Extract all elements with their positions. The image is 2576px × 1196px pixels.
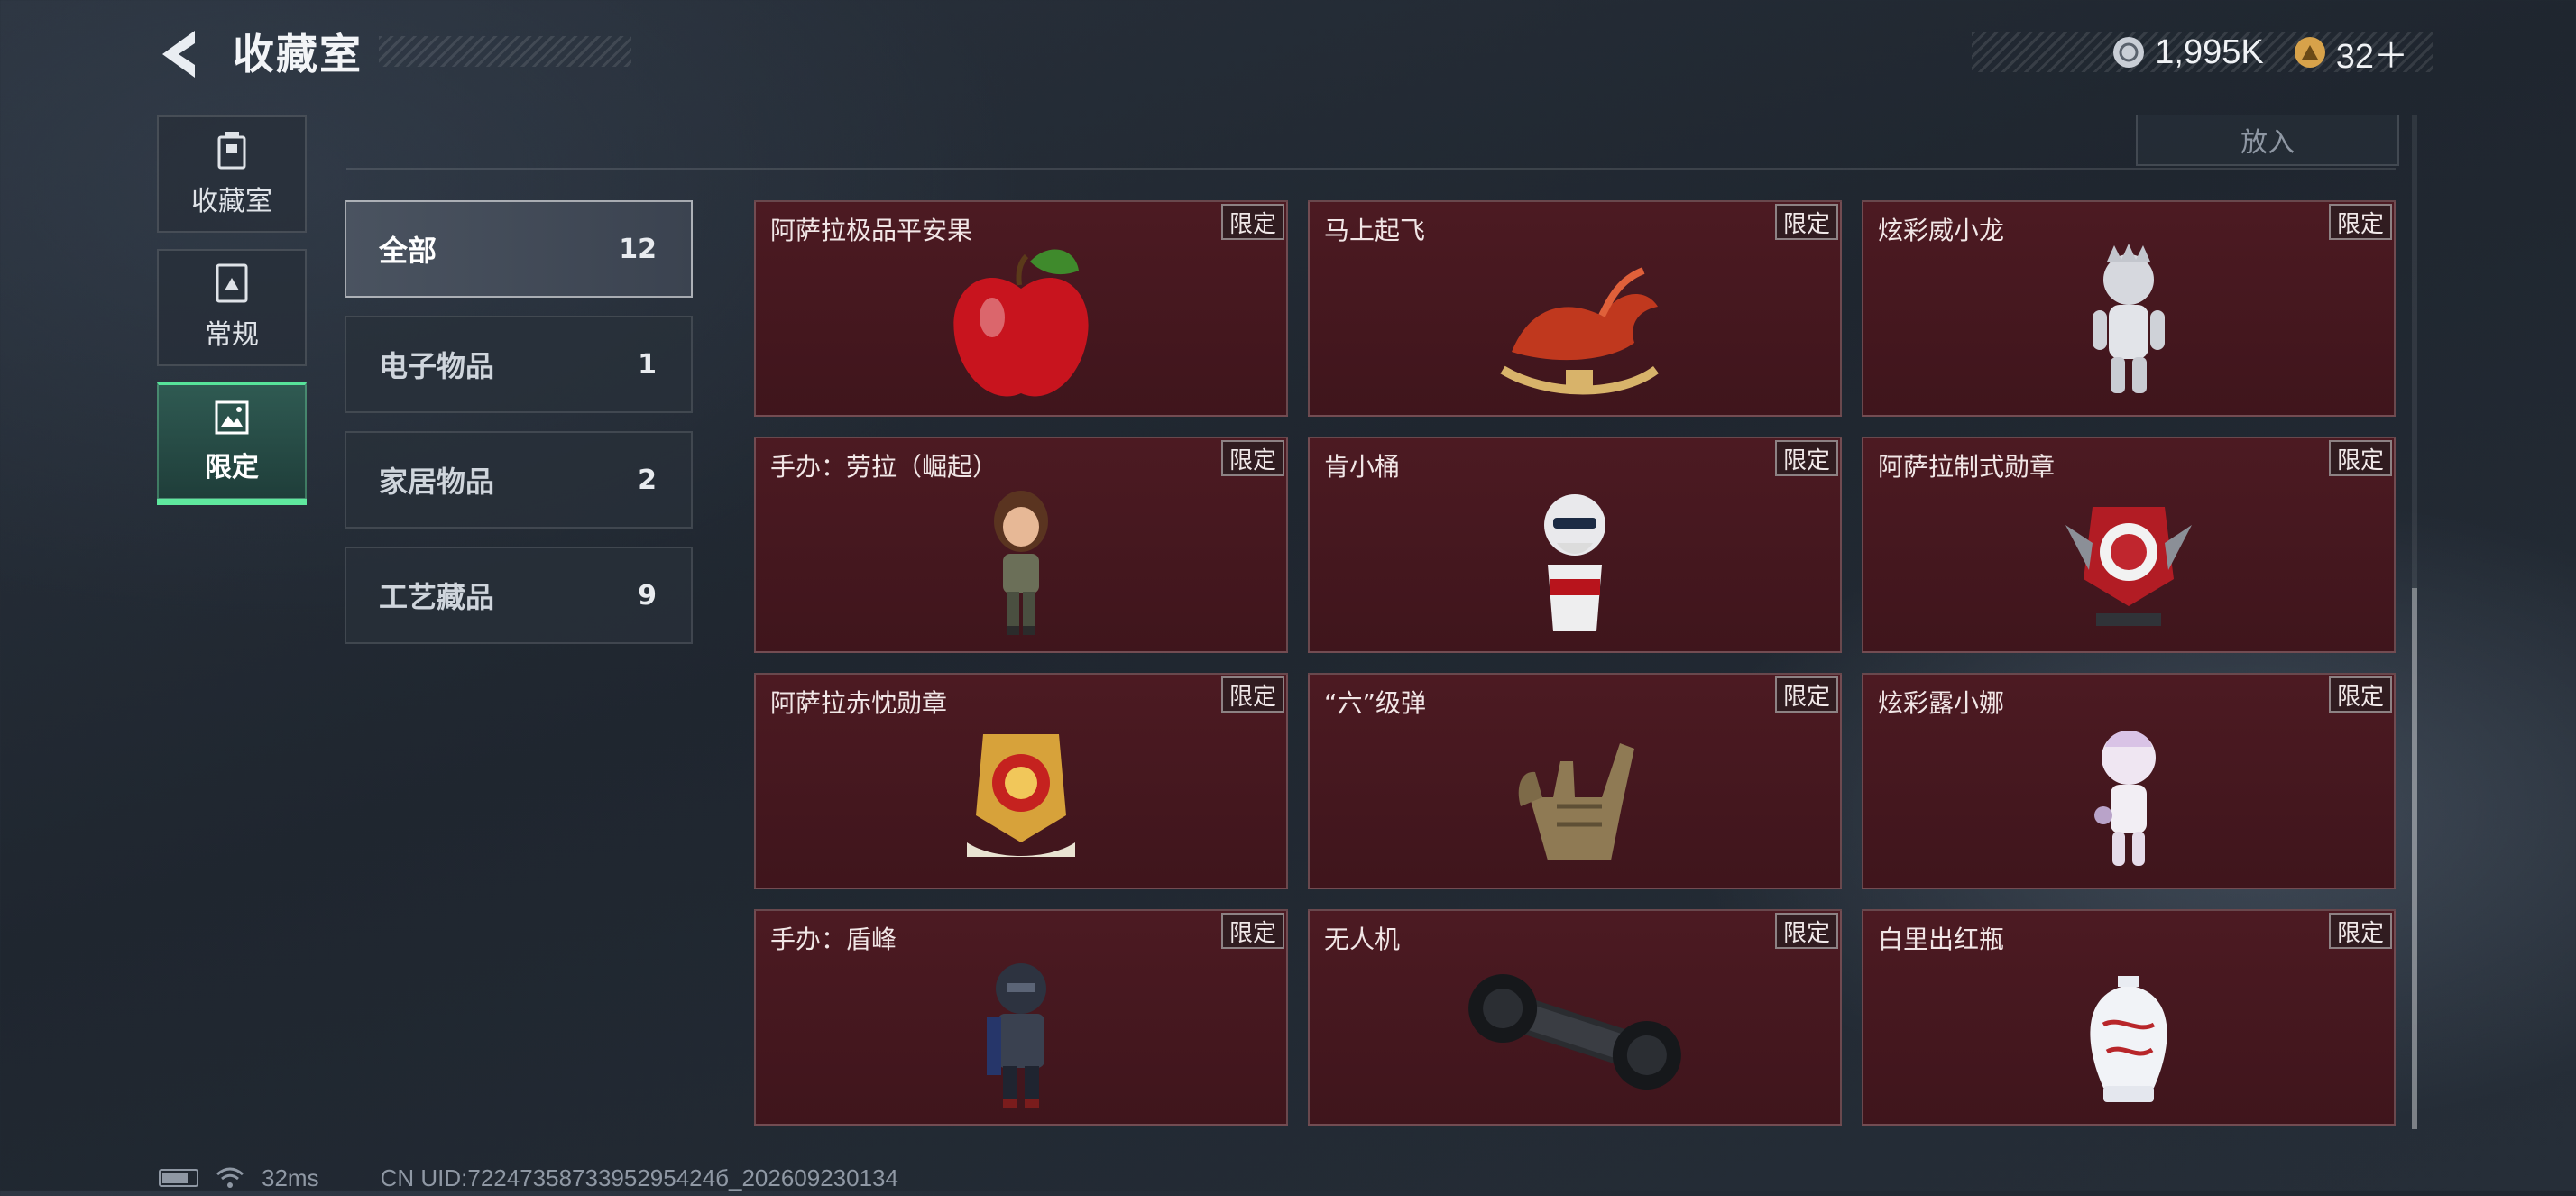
category-electronics[interactable]: 电子物品 1 [345,316,693,413]
silver-coin-amount: 1,995K [2155,32,2264,71]
category-name: 电子物品 [379,349,495,383]
item-name: 白里出红瓶 [1878,925,2005,954]
gold-coin-amount[interactable]: 32＋ [2336,28,2408,78]
category-count: 2 [638,464,657,496]
side-tab-label: 收藏室 [191,186,272,217]
battery-icon [159,1169,198,1187]
item-card[interactable]: 阿萨拉极品平安果 限定 [754,200,1288,417]
limited-badge: 限定 [2329,204,2392,240]
limited-badge: 限定 [1775,440,1838,476]
category-name: 家居物品 [379,465,495,499]
status-bar: 32ms CN UID:7224735873395295424б_2026092… [159,1160,898,1196]
item-card[interactable]: 手办：盾峰 限定 [754,909,1288,1126]
side-tab-label: 常规 [205,319,259,351]
limited-badge: 限定 [1221,913,1284,949]
item-card[interactable]: 无人机 限定 [1308,909,1842,1126]
category-home[interactable]: 家居物品 2 [345,431,693,529]
item-card[interactable]: 阿萨拉制式勋章 限定 [1862,437,2396,653]
gold-medal-icon [967,734,1075,857]
scrollbar-thumb[interactable] [2412,588,2417,1129]
white-figurine-icon [2094,731,2156,866]
item-name: 阿萨拉制式勋章 [1878,452,2056,482]
porcelain-vase-icon [2090,976,2167,1102]
silver-figurine-icon [2093,244,2165,393]
put-in-button[interactable]: 放入 [2136,115,2399,166]
category-crafts[interactable]: 工艺藏品 9 [345,547,693,644]
item-card[interactable]: 阿萨拉赤忱勋章 限定 [754,673,1288,889]
silver-coin-icon [2113,37,2145,68]
drone-roller-icon [1468,974,1681,1090]
item-name: 炫彩威小龙 [1878,216,2005,245]
item-card[interactable]: 手办：劳拉（崛起） 限定 [754,437,1288,653]
limited-badge: 限定 [2329,440,2392,476]
trash-bin-icon [217,132,246,170]
title-decoration [379,36,631,67]
armored-soldier-figure-icon [987,963,1046,1108]
item-card[interactable]: 炫彩露小娜 限定 [1862,673,2396,889]
item-card[interactable]: 炫彩威小龙 限定 [1862,200,2396,417]
category-all[interactable]: 全部 12 [345,200,693,298]
back-arrow-icon [162,31,195,78]
item-name: 肯小桶 [1324,452,1401,482]
red-apple-icon [953,249,1089,397]
uid-text: CN UID:7224735873395295424б_202609230134 [380,1164,898,1191]
item-name: “六”级弹 [1324,688,1427,718]
colonel-bucket-figure-icon [1544,494,1605,631]
side-tab-label: 限定 [205,451,259,483]
item-name: 手办：盾峰 [770,925,897,954]
category-count: 9 [638,579,657,612]
item-card[interactable]: 马上起飞 限定 [1308,200,1842,417]
item-name: 手办：劳拉（崛起） [770,452,998,482]
shaka-hand-icon [1518,743,1634,860]
item-card[interactable]: 肯小桶 限定 [1308,437,1842,653]
limited-badge: 限定 [1221,440,1284,476]
ping-text: 32ms [262,1164,319,1191]
side-tab-limited[interactable]: 限定 [157,382,307,505]
item-card[interactable]: 白里出红瓶 限定 [1862,909,2396,1126]
limited-badge: 限定 [1775,676,1838,713]
rocking-horse-icon [1500,267,1659,395]
limited-badge: 限定 [1775,913,1838,949]
page-title: 收藏室 [233,30,363,78]
lara-figure-icon [994,491,1048,635]
category-count: 12 [619,233,657,265]
wifi-icon [216,1167,244,1188]
limited-badge: 限定 [2329,676,2392,713]
item-name: 马上起飞 [1324,216,1426,245]
category-name: 全部 [379,234,437,268]
framed-landscape-icon [215,400,249,434]
red-medal-icon [2065,507,2192,626]
item-name: 炫彩露小娜 [1878,688,2005,718]
side-tab-regular[interactable]: 常规 [157,249,307,366]
item-name: 阿萨拉赤忱勋章 [770,688,948,718]
category-count: 1 [638,348,657,381]
item-name: 无人机 [1324,925,1401,954]
gold-triangle-coin-icon [2294,37,2325,68]
back-button[interactable] [155,25,206,83]
item-name: 阿萨拉极品平安果 [770,216,973,245]
limited-badge: 限定 [2329,913,2392,949]
limited-badge: 限定 [1775,204,1838,240]
book-icon [216,263,248,303]
side-tab-collection[interactable]: 收藏室 [157,115,307,233]
content-divider [346,168,2396,170]
limited-badge: 限定 [1221,676,1284,713]
limited-badge: 限定 [1221,204,1284,240]
currency-bar: 1,995K 32＋ [1972,32,2433,76]
category-name: 工艺藏品 [379,580,495,614]
item-card[interactable]: “六”级弹 限定 [1308,673,1842,889]
